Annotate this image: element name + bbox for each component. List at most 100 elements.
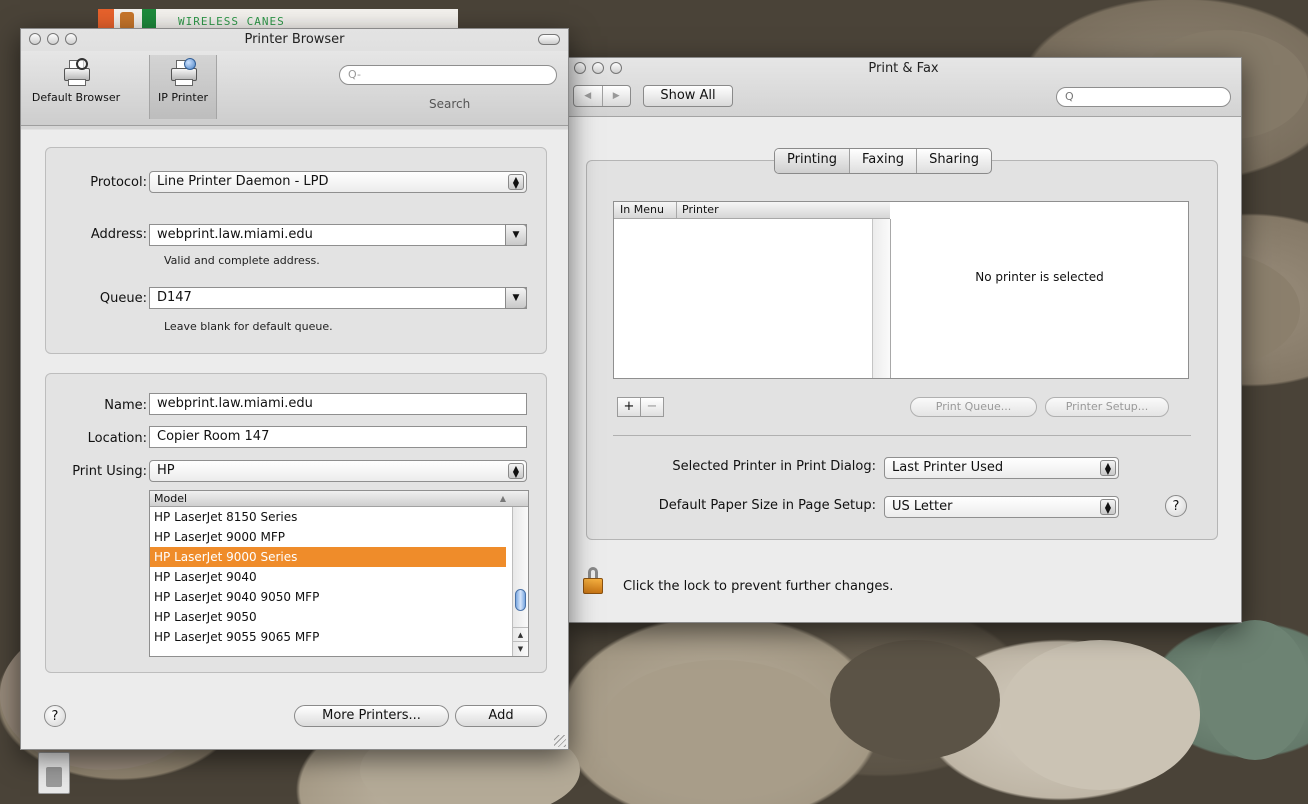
zoom-button[interactable] [610, 62, 622, 74]
column-header-in-menu[interactable]: In Menu [620, 202, 664, 218]
close-button[interactable] [574, 62, 586, 74]
address-label: Address: [90, 227, 147, 242]
printer-list-header: In Menu Printer [614, 202, 890, 219]
tab-printing[interactable]: Printing [775, 149, 850, 173]
print-using-value: HP [157, 463, 175, 478]
protocol-label: Protocol: [90, 175, 147, 190]
printer-browser-icon [62, 58, 90, 86]
remove-printer-button[interactable]: − [640, 398, 663, 416]
minimize-button[interactable] [47, 33, 59, 45]
ip-printer-label: IP Printer [158, 91, 208, 104]
banner-text: WIRELESS CANES [178, 15, 285, 28]
search-input[interactable]: Q- [339, 65, 557, 85]
popup-arrows-icon: ▲ ▼ [1100, 499, 1116, 515]
lock-icon[interactable] [582, 567, 604, 595]
no-printer-message: No printer is selected [975, 270, 1104, 284]
nav-back-forward: ◀ ▶ [573, 85, 631, 107]
add-printer-button[interactable]: + [618, 398, 640, 416]
column-header-printer[interactable]: Printer [682, 202, 719, 218]
default-browser-button[interactable]: Default Browser [21, 55, 131, 119]
model-list-header[interactable]: Model ▲ [150, 491, 528, 507]
desktop-file-icon[interactable] [38, 752, 70, 794]
show-all-button[interactable]: Show All [643, 85, 733, 107]
queue-value: D147 [157, 290, 192, 305]
scrollbar-thumb[interactable] [515, 589, 526, 611]
queue-label: Queue: [99, 291, 147, 306]
print-using-label: Print Using: [72, 464, 147, 479]
location-field[interactable]: Copier Room 147 [149, 426, 527, 448]
back-icon[interactable]: ◀ [574, 86, 602, 106]
queue-hint: Leave blank for default queue. [164, 320, 333, 333]
pebble [1000, 640, 1200, 790]
model-list-scrollbar[interactable]: ▲ ▼ [512, 507, 528, 656]
toolbar-toggle-button[interactable] [538, 34, 560, 45]
printer-setup-button[interactable]: Printer Setup... [1045, 397, 1169, 417]
model-list-item[interactable]: HP LaserJet 9050 [150, 607, 506, 627]
sort-ascending-icon: ▲ [499, 494, 506, 503]
location-label: Location: [87, 431, 147, 446]
help-button[interactable]: ? [44, 705, 66, 727]
pebble [830, 640, 1000, 760]
model-list-item[interactable]: HP LaserJet 9040 [150, 567, 506, 587]
model-list-item-selected[interactable]: HP LaserJet 9000 Series [150, 547, 506, 567]
printer-list-scrollbar[interactable] [872, 219, 891, 378]
chevron-down-icon[interactable]: ▼ [505, 224, 527, 246]
print-fax-titlebar[interactable]: Print & Fax [566, 58, 1241, 80]
add-remove-printer: + − [617, 397, 664, 417]
paper-size-popup[interactable]: US Letter ▲ ▼ [884, 496, 1119, 518]
selected-printer-popup[interactable]: Last Printer Used ▲ ▼ [884, 457, 1119, 479]
name-field[interactable]: webprint.law.miami.edu [149, 393, 527, 415]
forward-icon[interactable]: ▶ [601, 86, 631, 106]
popup-arrows-icon: ▲ ▼ [508, 174, 524, 190]
lock-body [583, 578, 603, 594]
window-title: Printer Browser [244, 32, 345, 47]
ip-printer-icon [169, 58, 197, 86]
pebble [1200, 620, 1308, 760]
model-list-item[interactable]: HP LaserJet 9040 9050 MFP [150, 587, 506, 607]
address-hint: Valid and complete address. [164, 254, 320, 267]
more-printers-button[interactable]: More Printers... [294, 705, 449, 727]
print-fax-toolbar: Print & Fax ◀ ▶ Show All Q [566, 58, 1241, 117]
scroll-up-icon[interactable]: ▲ [513, 627, 528, 642]
close-button[interactable] [29, 33, 41, 45]
model-column-header: Model [154, 492, 188, 505]
model-list-item[interactable]: HP LaserJet 9055 9065 MFP [150, 627, 506, 647]
print-using-popup[interactable]: HP ▲ ▼ [149, 460, 527, 482]
queue-field[interactable]: D147 ▼ [149, 287, 527, 309]
lock-message: Click the lock to prevent further change… [623, 579, 894, 594]
scroll-down-icon[interactable]: ▼ [513, 641, 528, 656]
print-queue-button[interactable]: Print Queue... [910, 397, 1037, 417]
tab-sharing[interactable]: Sharing [916, 149, 991, 173]
paper-size-value: US Letter [892, 499, 953, 514]
printer-list[interactable]: In Menu Printer No printer is selected [613, 201, 1189, 379]
help-button[interactable]: ? [1165, 495, 1187, 517]
model-list[interactable]: Model ▲ HP LaserJet 8150 Series HP Laser… [149, 490, 529, 657]
print-fax-window: Print & Fax ◀ ▶ Show All Q Printing Faxi… [565, 57, 1242, 623]
window-controls [29, 33, 77, 45]
model-list-item[interactable]: HP LaserJet 8150 Series [150, 507, 506, 527]
ip-printer-button[interactable]: IP Printer [149, 55, 217, 119]
search-input[interactable]: Q [1056, 87, 1231, 107]
name-label: Name: [104, 398, 147, 413]
paper-size-label: Default Paper Size in Page Setup: [658, 498, 876, 513]
selected-printer-label: Selected Printer in Print Dialog: [672, 459, 876, 474]
pebble [600, 660, 840, 800]
protocol-value: Line Printer Daemon - LPD [157, 174, 329, 189]
divider [613, 435, 1191, 436]
search-label: Search [429, 97, 471, 111]
chevron-down-icon[interactable]: ▼ [505, 287, 527, 309]
column-divider [676, 202, 677, 218]
add-button[interactable]: Add [455, 705, 547, 727]
default-browser-label: Default Browser [31, 91, 121, 104]
model-list-item[interactable]: HP LaserJet 9000 MFP [150, 527, 506, 547]
minimize-button[interactable] [592, 62, 604, 74]
protocol-popup[interactable]: Line Printer Daemon - LPD ▲ ▼ [149, 171, 527, 193]
resize-grip-icon[interactable] [554, 735, 566, 747]
printer-browser-titlebar[interactable]: Printer Browser [21, 29, 568, 51]
printer-browser-window: Printer Browser Default Browser IP Print… [20, 28, 569, 750]
zoom-button[interactable] [65, 33, 77, 45]
address-value: webprint.law.miami.edu [157, 227, 313, 242]
address-field[interactable]: webprint.law.miami.edu ▼ [149, 224, 527, 246]
printer-browser-toolbar: Default Browser IP Printer Q- Search [21, 51, 568, 126]
tab-faxing[interactable]: Faxing [849, 149, 916, 173]
